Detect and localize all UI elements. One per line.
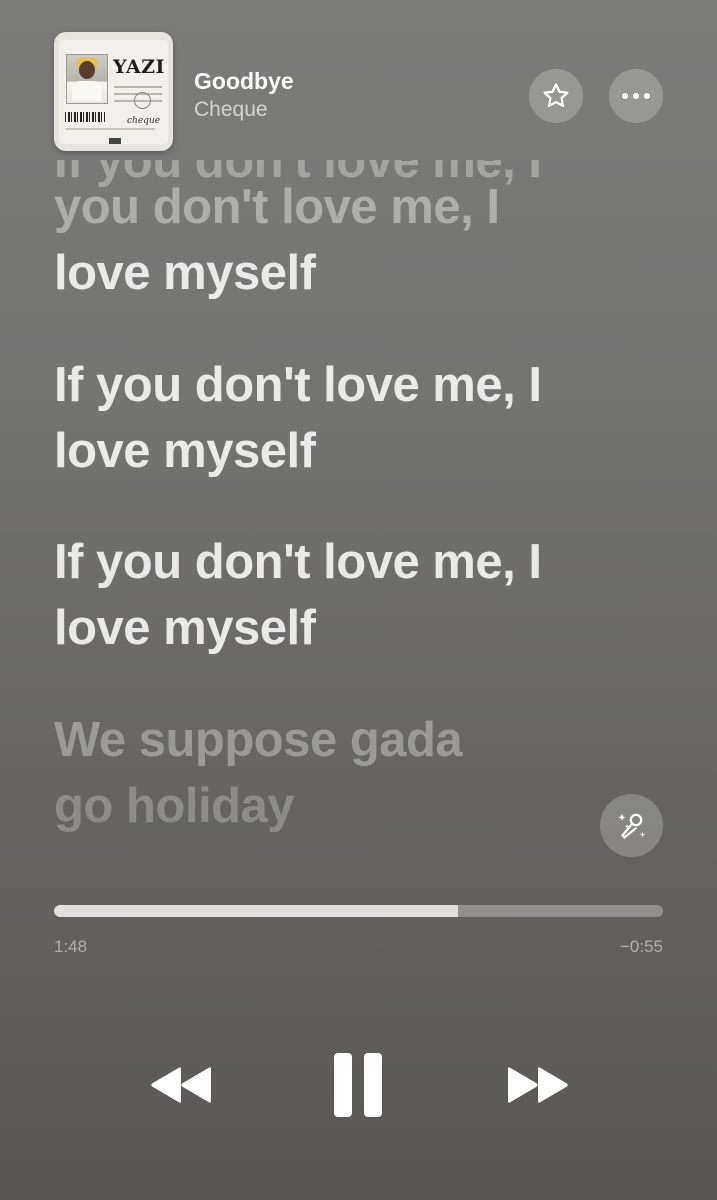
rewind-icon (151, 1067, 211, 1103)
favorite-button[interactable] (529, 69, 583, 123)
artwork-barcode (65, 112, 105, 122)
lyric-line[interactable]: love myself (54, 595, 316, 661)
lyric-line[interactable]: If you don't love me, I (54, 529, 542, 595)
rewind-button[interactable] (140, 1055, 222, 1115)
lyric-line[interactable]: We suppose gada (54, 707, 463, 773)
lyric-line[interactable]: love myself (54, 240, 316, 306)
artwork-title: YAZI (113, 56, 165, 78)
lyric-line[interactable]: go holiday (54, 773, 295, 839)
artwork-divider (65, 128, 155, 130)
remaining-time: −0:55 (619, 937, 663, 956)
sing-lyrics-button[interactable] (600, 794, 663, 857)
lyrics-view[interactable]: If you don't love me, I you don't love m… (54, 160, 674, 850)
artwork-explicit-badge (109, 138, 121, 144)
lyric-line[interactable]: love myself (54, 418, 316, 484)
star-outline-icon (543, 83, 569, 108)
lyric-line[interactable]: you don't love me, I (54, 174, 500, 240)
now-playing-header: YAZI cheque Goodbye Cheque (0, 0, 717, 160)
playback-progress-fill (54, 905, 458, 917)
artwork-signature: cheque (127, 116, 161, 126)
pause-icon (334, 1053, 382, 1117)
artwork-portrait (66, 54, 108, 104)
playback-scrubber[interactable] (54, 905, 663, 917)
more-options-button[interactable] (609, 69, 663, 123)
track-title: Goodbye (194, 68, 294, 94)
artwork-seal (134, 92, 151, 109)
track-artist[interactable]: Cheque (194, 98, 268, 122)
elapsed-time: 1:48 (54, 937, 88, 956)
ellipsis-icon (622, 93, 650, 99)
artwork-id-card: YAZI cheque (59, 40, 168, 144)
pause-button[interactable] (320, 1045, 396, 1125)
lyric-line[interactable]: If you don't love me, I (54, 352, 542, 418)
fast-forward-button[interactable] (497, 1055, 579, 1115)
fast-forward-icon (508, 1067, 568, 1103)
album-artwork[interactable]: YAZI cheque (54, 32, 173, 151)
microphone-sparkle-icon (618, 813, 645, 839)
